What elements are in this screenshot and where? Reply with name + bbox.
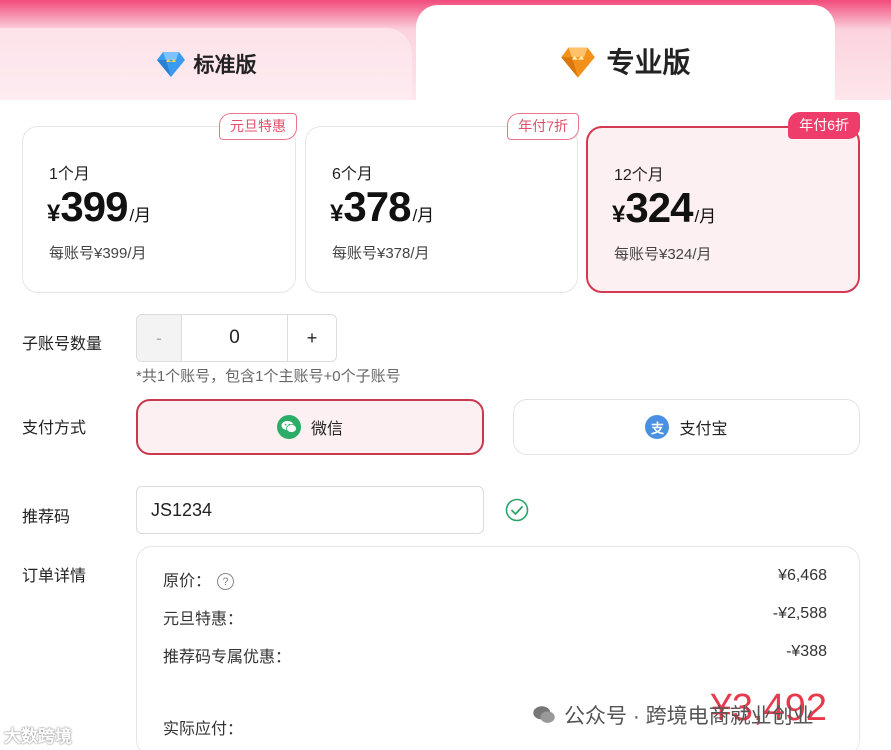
plan-badge: 年付6折 — [788, 112, 860, 139]
original-price-label: 原价： — [163, 573, 212, 590]
promo-label: 元旦特惠： — [163, 611, 244, 628]
plan-unit: /月 — [694, 207, 717, 226]
alipay-label: 支付宝 — [679, 421, 728, 438]
plan-per-account: 每账号¥378/月 — [332, 245, 430, 262]
plan-term: 12个月 — [614, 167, 664, 184]
plan-per-account: 每账号¥399/月 — [49, 245, 147, 262]
alipay-icon: 支 — [645, 415, 670, 439]
wechat-pay-option[interactable]: 微信 — [136, 399, 484, 455]
plan-price: 324 — [625, 184, 693, 231]
tab-standard-label: 标准版 — [193, 54, 257, 77]
referral-discount-value: -¥388 — [786, 643, 827, 660]
wechat-watermark-icon — [533, 706, 555, 723]
plan-card-6-month[interactable]: 年付7折 6个月 ¥ 378 /月 每账号¥378/月 — [305, 113, 579, 293]
order-details-label: 订单详情 — [22, 568, 87, 585]
plan-card-1-month[interactable]: 元旦特惠 1个月 ¥ 399 /月 每账号¥399/月 — [22, 113, 297, 293]
order-row-original: 原价：? ¥6,468 — [163, 567, 827, 591]
plan-price-row: ¥ 378 /月 — [330, 183, 434, 231]
plan-currency: ¥ — [47, 200, 61, 227]
decrement-button[interactable]: - — [137, 315, 182, 361]
tab-standard[interactable]: 标准版 — [0, 28, 412, 100]
plan-badge: 年付7折 — [507, 113, 579, 140]
alipay-option[interactable]: 支 支付宝 — [513, 399, 860, 455]
tab-pro-label: 专业版 — [606, 47, 691, 78]
referral-label: 推荐码 — [22, 509, 71, 526]
plan-badge: 元旦特惠 — [219, 113, 297, 140]
original-price-value: ¥6,468 — [778, 567, 827, 584]
diamond-blue-icon — [156, 52, 185, 77]
plan-term: 1个月 — [49, 166, 90, 183]
plan-unit: /月 — [412, 206, 435, 225]
order-row-referral: 推荐码专属优惠： -¥388 — [163, 643, 827, 667]
diamond-orange-icon — [561, 47, 596, 78]
increment-button[interactable]: + — [287, 315, 336, 361]
check-circle-icon — [505, 498, 529, 522]
sub-accounts-value[interactable]: 0 — [182, 315, 287, 361]
payment-label: 支付方式 — [22, 420, 87, 437]
plan-currency: ¥ — [612, 201, 626, 228]
referral-code-input[interactable] — [136, 486, 484, 534]
plan-card-12-month[interactable]: 年付6折 12个月 ¥ 324 /月 每账号¥324/月 — [586, 112, 860, 293]
plan-price: 399 — [60, 183, 128, 230]
plan-price: 378 — [343, 183, 411, 230]
wechat-pay-label: 微信 — [310, 421, 343, 438]
promo-value: -¥2,588 — [772, 605, 827, 622]
tab-pro[interactable]: 专业版 — [416, 5, 835, 105]
watermark-right: 公众号 · 跨境电商就业创业 — [532, 700, 814, 730]
order-row-promo: 元旦特惠： -¥2,588 — [163, 605, 827, 629]
plan-term: 6个月 — [332, 166, 373, 183]
watermark-right-text: 公众号 · 跨境电商就业创业 — [564, 705, 814, 728]
wechat-icon — [276, 415, 301, 439]
help-icon[interactable]: ? — [217, 573, 235, 591]
sub-accounts-stepper: - 0 + — [136, 314, 337, 362]
plan-unit: /月 — [129, 206, 152, 225]
sub-accounts-hint: *共1个账号，包含1个主账号+0个子账号 — [136, 368, 401, 385]
sub-accounts-label: 子账号数量 — [22, 336, 103, 353]
referral-discount-label: 推荐码专属优惠： — [163, 649, 292, 666]
plan-per-account: 每账号¥324/月 — [614, 246, 712, 263]
plan-currency: ¥ — [330, 200, 344, 227]
plan-price-row: ¥ 324 /月 — [612, 184, 716, 232]
total-label: 实际应付： — [163, 721, 244, 738]
watermark-left: 大数跨境 — [4, 727, 72, 746]
plan-price-row: ¥ 399 /月 — [47, 183, 151, 231]
original-price-label-wrap: 原价：? — [163, 567, 235, 591]
